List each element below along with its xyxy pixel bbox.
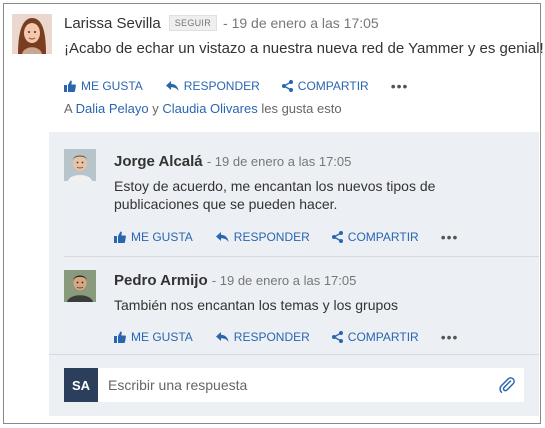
reply-label: RESPONDER bbox=[233, 230, 310, 244]
divider bbox=[49, 354, 539, 355]
more-options-icon[interactable]: ••• bbox=[391, 78, 409, 94]
reply-arrow-icon bbox=[215, 332, 229, 342]
like-button[interactable]: ME GUSTA bbox=[114, 230, 193, 244]
likes-suffix: les gusta esto bbox=[261, 101, 342, 116]
share-button[interactable]: COMPARTIR bbox=[281, 79, 369, 93]
reply-thread: Jorge Alcalá - 19 de enero a las 17:05 E… bbox=[49, 132, 539, 416]
reply-input[interactable] bbox=[108, 368, 478, 402]
share-icon bbox=[281, 80, 293, 92]
share-label: COMPARTIR bbox=[297, 79, 369, 93]
share-icon bbox=[331, 231, 343, 243]
share-icon bbox=[331, 331, 343, 343]
reply-actions: ME GUSTA RESPONDER COMPARTIR ••• bbox=[114, 229, 458, 245]
reply-arrow-icon bbox=[215, 232, 229, 242]
author-name[interactable]: Pedro Armijo bbox=[114, 272, 208, 289]
author-name[interactable]: Larissa Sevilla bbox=[64, 15, 161, 32]
post-body: ¡Acabo de echar un vistazo a nuestra nue… bbox=[64, 40, 544, 57]
liker-link[interactable]: Claudia Olivares bbox=[162, 101, 257, 116]
reply-arrow-icon bbox=[165, 81, 179, 91]
divider bbox=[64, 256, 539, 257]
share-button[interactable]: COMPARTIR bbox=[331, 330, 419, 344]
reply-timestamp[interactable]: - 19 de enero a las 17:05 bbox=[212, 273, 357, 288]
likes-connector: y bbox=[152, 101, 159, 116]
reply-composer: SA bbox=[64, 368, 524, 402]
author-name[interactable]: Jorge Alcalá bbox=[114, 153, 203, 170]
likes-summary: A Dalia Pelayo y Claudia Olivares les gu… bbox=[64, 101, 342, 116]
more-options-icon[interactable]: ••• bbox=[441, 329, 459, 345]
conversation-card: Larissa Sevilla SEGUIR - 19 de enero a las… bbox=[3, 3, 544, 424]
like-label: ME GUSTA bbox=[131, 230, 193, 244]
liker-link[interactable]: Dalia Pelayo bbox=[76, 101, 149, 116]
like-button[interactable]: ME GUSTA bbox=[114, 330, 193, 344]
share-label: COMPARTIR bbox=[347, 330, 419, 344]
avatar[interactable]: SA bbox=[64, 368, 98, 402]
follow-button[interactable]: SEGUIR bbox=[168, 15, 218, 31]
share-label: COMPARTIR bbox=[347, 230, 419, 244]
reply-button[interactable]: RESPONDER bbox=[165, 79, 260, 93]
thumbs-up-icon bbox=[64, 80, 76, 92]
reply-button[interactable]: RESPONDER bbox=[215, 230, 310, 244]
share-button[interactable]: COMPARTIR bbox=[331, 230, 419, 244]
thumbs-up-icon bbox=[114, 231, 126, 243]
reply-header: Jorge Alcalá - 19 de enero a las 17:05 bbox=[114, 153, 351, 170]
thumbs-up-icon bbox=[114, 331, 126, 343]
reply-body: Estoy de acuerdo, me encantan los nuevos… bbox=[114, 178, 436, 212]
reply-label: RESPONDER bbox=[233, 330, 310, 344]
post-timestamp[interactable]: - 19 de enero a las 17:05 bbox=[223, 15, 379, 31]
avatar[interactable] bbox=[64, 270, 96, 302]
paperclip-icon[interactable] bbox=[498, 376, 516, 394]
reply-header: Pedro Armijo - 19 de enero a las 17:05 bbox=[114, 272, 356, 289]
post-actions: ME GUSTA RESPONDER COMPARTIR ••• bbox=[64, 78, 408, 94]
like-button[interactable]: ME GUSTA bbox=[64, 79, 143, 93]
like-label: ME GUSTA bbox=[131, 330, 193, 344]
more-options-icon[interactable]: ••• bbox=[441, 229, 459, 245]
like-label: ME GUSTA bbox=[81, 79, 143, 93]
avatar[interactable] bbox=[12, 14, 52, 54]
avatar[interactable] bbox=[64, 149, 96, 181]
reply-button[interactable]: RESPONDER bbox=[215, 330, 310, 344]
likes-prefix: A bbox=[64, 101, 72, 116]
reply-body: También nos encantan los temas y los gru… bbox=[114, 297, 399, 313]
post-header: Larissa Sevilla SEGUIR - 19 de enero a las… bbox=[64, 15, 379, 32]
reply-timestamp[interactable]: - 19 de enero a las 17:05 bbox=[207, 154, 352, 169]
reply-actions: ME GUSTA RESPONDER COMPARTIR ••• bbox=[114, 329, 458, 345]
reply-label: RESPONDER bbox=[183, 79, 260, 93]
